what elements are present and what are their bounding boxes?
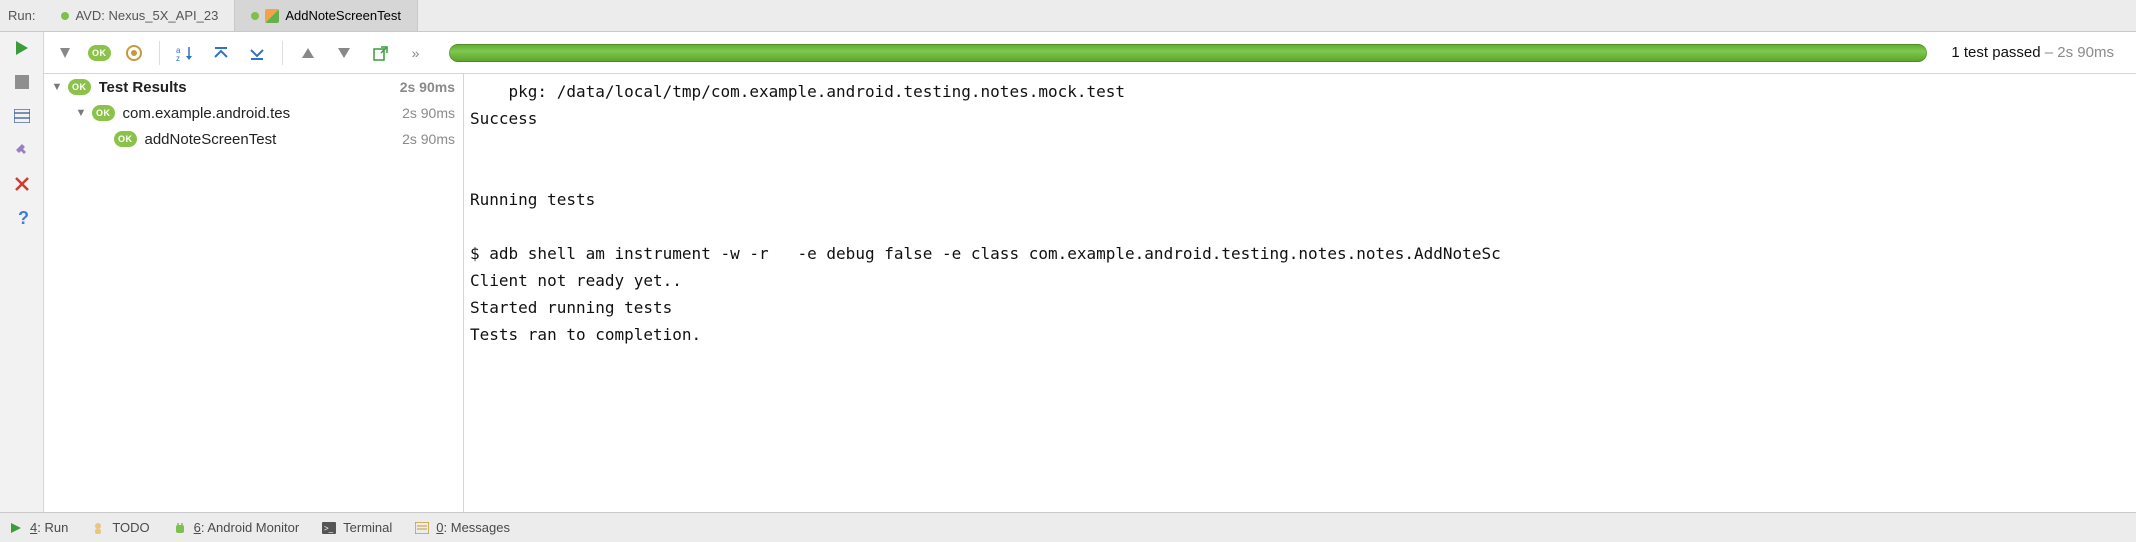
sort-alpha-icon[interactable]: az (172, 40, 198, 66)
main-area: ? OK az (0, 32, 2136, 512)
run-config-icon (265, 9, 279, 23)
stop-icon[interactable] (12, 72, 32, 92)
bottom-terminal[interactable]: >_ Terminal (321, 520, 392, 536)
messages-icon (414, 520, 430, 536)
tab-addnote-label: AddNoteScreenTest (285, 8, 401, 23)
run-icon (8, 520, 24, 536)
progress-bar (449, 44, 1928, 62)
bottom-android-key: 6 (194, 520, 201, 535)
tab-addnotescreentest[interactable]: AddNoteScreenTest (235, 0, 418, 31)
run-icon[interactable] (12, 38, 32, 58)
toolbar-separator (282, 41, 283, 65)
running-dot-icon (251, 12, 259, 20)
bottom-terminal-label: Terminal (343, 520, 392, 535)
bottom-run[interactable]: 4: Run (8, 520, 68, 536)
test-tree[interactable]: OK Test Results 2s 90ms OK com.example.a… (44, 74, 464, 512)
next-failed-icon[interactable] (331, 40, 357, 66)
tree-package-label: com.example.android.tes (123, 105, 397, 122)
android-icon (172, 520, 188, 536)
test-toolbar: OK az » (44, 32, 2136, 74)
expand-all-icon[interactable] (244, 40, 270, 66)
tree-test-label: addNoteScreenTest (145, 131, 397, 148)
tree-root-row[interactable]: OK Test Results 2s 90ms (44, 74, 463, 100)
chevron-down-icon[interactable] (74, 107, 88, 119)
layout-icon[interactable] (12, 106, 32, 126)
terminal-icon: >_ (321, 520, 337, 536)
progress-bar-wrap (449, 44, 1928, 62)
tree-package-time: 2s 90ms (396, 105, 455, 121)
todo-icon (90, 520, 106, 536)
tree-root-time: 2s 90ms (394, 79, 455, 95)
collapse-all-icon[interactable] (208, 40, 234, 66)
tree-package-row[interactable]: OK com.example.android.tes 2s 90ms (44, 100, 463, 126)
bottom-messages-key: 0 (436, 520, 443, 535)
run-tabbar: Run: AVD: Nexus_5X_API_23 AddNoteScreenT… (0, 0, 2136, 32)
hide-passed-icon[interactable] (121, 40, 147, 66)
close-icon[interactable] (12, 174, 32, 194)
expand-arrow-icon[interactable] (52, 40, 78, 66)
status-ok-badge: OK (92, 105, 115, 121)
pin-icon[interactable] (12, 140, 32, 160)
tab-avd[interactable]: AVD: Nexus_5X_API_23 (45, 0, 235, 31)
status-ok-badge: OK (114, 131, 137, 147)
more-actions-icon[interactable]: » (403, 40, 429, 66)
svg-text:z: z (176, 54, 180, 61)
tab-avd-label: AVD: Nexus_5X_API_23 (75, 8, 218, 23)
result-dash: – (2041, 44, 2058, 61)
run-label: Run: (0, 0, 45, 31)
left-gutter: ? (0, 32, 44, 512)
bottom-android-monitor[interactable]: 6: Android Monitor (172, 520, 300, 536)
status-ok-badge: OK (68, 79, 91, 95)
export-results-icon[interactable] (367, 40, 393, 66)
bottom-run-label: : Run (37, 520, 68, 535)
bottom-todo-label: TODO (112, 520, 149, 535)
tree-test-time: 2s 90ms (396, 131, 455, 147)
result-summary: 1 test passed – 2s 90ms (1951, 44, 2128, 61)
bottom-android-label: : Android Monitor (201, 520, 299, 535)
toolbar-separator (159, 41, 160, 65)
tree-root-label: Test Results (99, 79, 394, 96)
bottom-todo[interactable]: TODO (90, 520, 149, 536)
status-ok-badge[interactable]: OK (88, 45, 111, 61)
bottom-messages[interactable]: 0: Messages (414, 520, 510, 536)
console-output[interactable]: pkg: /data/local/tmp/com.example.android… (464, 74, 2136, 512)
content-column: OK az » (44, 32, 2136, 512)
bottom-messages-label: : Messages (444, 520, 510, 535)
results-split: OK Test Results 2s 90ms OK com.example.a… (44, 74, 2136, 512)
chevron-down-icon[interactable] (50, 81, 64, 93)
prev-failed-icon[interactable] (295, 40, 321, 66)
svg-text:>_: >_ (324, 524, 334, 533)
help-icon[interactable]: ? (12, 208, 32, 228)
svg-text:?: ? (18, 209, 29, 227)
tree-test-row[interactable]: OK addNoteScreenTest 2s 90ms (44, 126, 463, 152)
running-dot-icon (61, 12, 69, 20)
result-time: 2s 90ms (2057, 44, 2114, 61)
result-count: 1 test passed (1951, 44, 2040, 61)
bottom-toolbar: 4: Run TODO 6: Android Monitor >_ Termin… (0, 512, 2136, 542)
